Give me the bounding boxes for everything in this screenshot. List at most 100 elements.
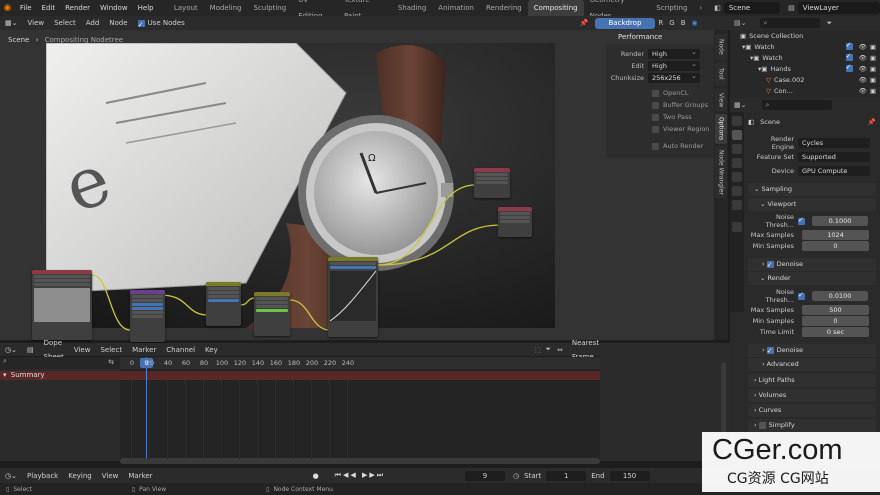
outliner-row-watch[interactable]: ▾▣Watch 👁▣ bbox=[730, 41, 880, 52]
properties-search[interactable]: ⌕ bbox=[762, 100, 833, 110]
menu-view[interactable]: View bbox=[22, 16, 49, 30]
edit-quality-dropdown[interactable]: High bbox=[648, 59, 700, 71]
camera-icon[interactable]: ▣ bbox=[870, 87, 876, 95]
render-layers-node[interactable] bbox=[32, 270, 92, 340]
output-tab-icon[interactable] bbox=[732, 144, 742, 154]
curves-section[interactable]: › Curves bbox=[748, 404, 876, 417]
menu-select[interactable]: Select bbox=[49, 16, 81, 30]
filter-icon[interactable]: ⏷ bbox=[545, 345, 551, 354]
tab-node[interactable]: Node bbox=[715, 34, 727, 60]
menu-playback[interactable]: Playback bbox=[22, 469, 63, 483]
blender-logo-icon[interactable]: ◉ bbox=[0, 0, 15, 16]
alpha-over-node[interactable] bbox=[254, 292, 290, 336]
viewport-noise-checkbox[interactable] bbox=[798, 216, 805, 225]
visibility-icon[interactable]: 👁 bbox=[859, 43, 867, 51]
ds-menu-channel[interactable]: Channel bbox=[161, 343, 200, 357]
texture-tab-icon[interactable] bbox=[732, 222, 742, 232]
composite-node[interactable] bbox=[474, 168, 510, 198]
viewport-denoise-subsection[interactable]: › Denoise bbox=[748, 258, 876, 272]
render-min-field[interactable]: 0 bbox=[802, 316, 869, 326]
menu-keying[interactable]: Keying bbox=[63, 469, 97, 483]
include-checkbox[interactable] bbox=[845, 63, 853, 72]
ds-menu-select[interactable]: Select bbox=[95, 343, 127, 357]
properties-editor-icon[interactable]: ▦⌄ bbox=[734, 101, 746, 109]
menu-add[interactable]: Add bbox=[81, 16, 105, 30]
channel-search[interactable]: ⌕ ⇆ bbox=[0, 357, 120, 369]
menu-view[interactable]: View bbox=[97, 469, 124, 483]
menu-marker[interactable]: Marker bbox=[123, 469, 157, 483]
tab-layout[interactable]: Layout bbox=[168, 0, 204, 16]
tab-node-wrangler[interactable]: Node Wrangler bbox=[715, 146, 727, 198]
channel-g[interactable]: G bbox=[666, 19, 677, 27]
outliner-search-icon[interactable]: ⌕ bbox=[760, 18, 821, 28]
visibility-icon[interactable]: 👁 bbox=[859, 54, 867, 62]
tab-shading[interactable]: Shading bbox=[392, 0, 432, 16]
outliner-row-watch-child[interactable]: ▾▣Watch 👁▣ bbox=[730, 52, 880, 63]
view-layer-tab-icon[interactable] bbox=[732, 158, 742, 168]
channel-r[interactable]: R bbox=[655, 19, 666, 27]
menu-file[interactable]: File bbox=[15, 0, 37, 16]
render-noise-checkbox[interactable] bbox=[798, 291, 805, 300]
current-frame-field[interactable]: 9 bbox=[465, 470, 506, 481]
camera-icon[interactable]: ▣ bbox=[870, 65, 876, 73]
ds-menu-view[interactable]: View bbox=[69, 343, 96, 357]
two-pass-checkbox[interactable]: Two Pass bbox=[606, 111, 714, 123]
viewport-noise-field[interactable]: 0.1000 bbox=[812, 216, 868, 226]
include-checkbox[interactable] bbox=[845, 52, 853, 61]
dopesheet-mode-icon[interactable]: ▤ bbox=[22, 343, 39, 357]
render-tab-icon[interactable] bbox=[732, 130, 742, 140]
render-quality-dropdown[interactable]: High bbox=[648, 47, 700, 59]
tab-animation[interactable]: Animation bbox=[432, 0, 480, 16]
pin-icon[interactable]: 📌 bbox=[868, 118, 876, 126]
viewer-region-checkbox[interactable]: Viewer Region bbox=[606, 123, 714, 135]
buffer-groups-checkbox[interactable]: Buffer Groups bbox=[606, 99, 714, 111]
scene-tab-icon[interactable] bbox=[732, 172, 742, 182]
record-icon[interactable]: ● bbox=[313, 472, 319, 480]
scene-selector[interactable]: Scene bbox=[723, 2, 781, 14]
sampling-section[interactable]: ⌄ Sampling bbox=[748, 183, 876, 196]
only-selected-icon[interactable]: ⬚ bbox=[535, 346, 542, 354]
viewer-node[interactable] bbox=[498, 207, 532, 237]
camera-icon[interactable]: ▣ bbox=[870, 43, 876, 51]
visibility-icon[interactable]: 👁 bbox=[859, 76, 867, 84]
mix-node[interactable] bbox=[206, 282, 241, 326]
end-frame-field[interactable]: 150 bbox=[609, 470, 650, 481]
menu-render[interactable]: Render bbox=[60, 0, 95, 16]
device-dropdown[interactable]: GPU Compute bbox=[798, 166, 870, 176]
outliner-row-con[interactable]: ▽ Con... 👁 ▣ bbox=[730, 85, 880, 96]
tab-sculpting[interactable]: Sculpting bbox=[248, 0, 293, 16]
horizontal-scrollbar[interactable] bbox=[120, 458, 600, 464]
playback-controls[interactable]: ⏮◀◀ ▶▶⏭ bbox=[335, 471, 385, 480]
performance-title[interactable]: Performance bbox=[606, 30, 714, 44]
advanced-subsection[interactable]: › Advanced bbox=[748, 358, 876, 371]
tab-options[interactable]: Options bbox=[715, 114, 727, 144]
tab-compositing[interactable]: Compositing bbox=[527, 0, 584, 16]
filter-icon[interactable]: ⏷ bbox=[826, 19, 832, 28]
tab-modeling[interactable]: Modeling bbox=[204, 0, 248, 16]
timeline-icon[interactable]: ◷⌄ bbox=[0, 469, 22, 483]
include-checkbox[interactable] bbox=[845, 41, 853, 50]
simplify-section[interactable]: › Simplify bbox=[748, 419, 876, 432]
view-layer-selector[interactable]: ViewLayer bbox=[797, 2, 880, 14]
render-denoise-subsection[interactable]: › Denoise bbox=[748, 344, 876, 358]
chunksize-dropdown[interactable]: 256x256 bbox=[648, 71, 700, 83]
feature-set-dropdown[interactable]: Supported bbox=[798, 152, 870, 162]
camera-icon[interactable]: ▣ bbox=[870, 54, 876, 62]
backdrop-button[interactable]: Backdrop bbox=[594, 17, 656, 29]
summary-row[interactable]: ▾ Summary bbox=[0, 371, 600, 380]
rgb-curves-node[interactable] bbox=[328, 257, 378, 337]
visibility-icon[interactable]: 👁 bbox=[859, 65, 867, 73]
start-frame-field[interactable]: 1 bbox=[546, 470, 587, 481]
render-noise-field[interactable]: 0.0100 bbox=[812, 291, 868, 301]
viewport-max-field[interactable]: 1024 bbox=[802, 230, 869, 240]
swap-icon[interactable]: ⇆ bbox=[108, 358, 114, 366]
menu-edit[interactable]: Edit bbox=[37, 0, 61, 16]
menu-node[interactable]: Node bbox=[104, 16, 132, 30]
tab-view[interactable]: View bbox=[715, 88, 727, 112]
render-engine-dropdown[interactable]: Cycles bbox=[798, 138, 870, 148]
auto-render-checkbox[interactable]: Auto Render bbox=[606, 140, 714, 152]
visibility-icon[interactable]: 👁 bbox=[859, 87, 867, 95]
outliner-row-scene-collection[interactable]: ▣ Scene Collection bbox=[730, 30, 880, 41]
light-paths-section[interactable]: › Light Paths bbox=[748, 374, 876, 387]
more-tabs-icon[interactable]: › bbox=[693, 0, 708, 16]
